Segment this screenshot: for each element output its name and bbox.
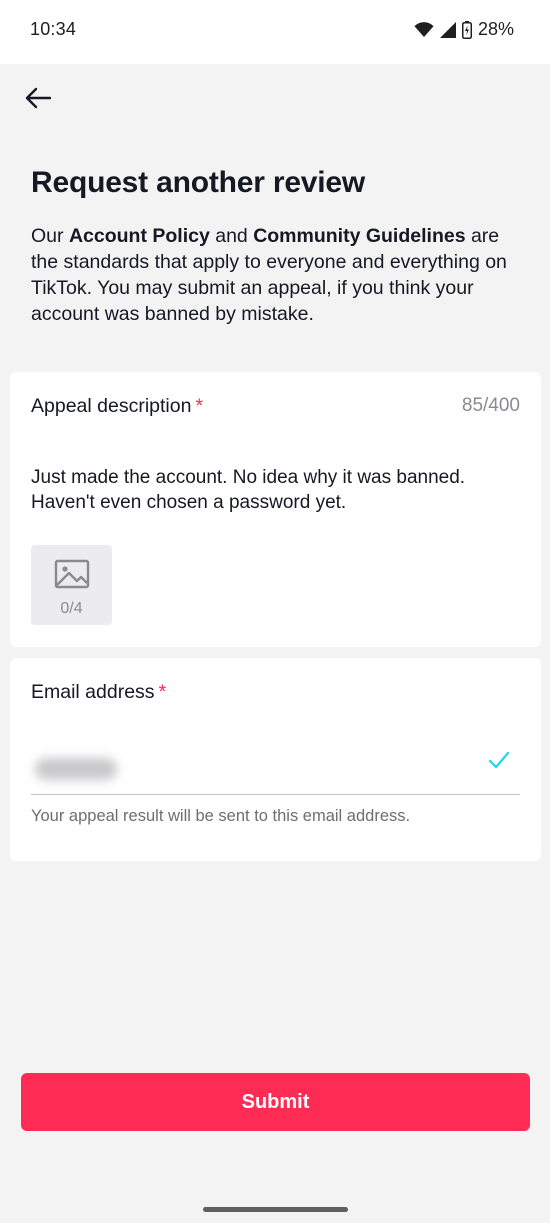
status-time: 10:34 <box>30 19 77 39</box>
back-button[interactable] <box>20 84 56 116</box>
email-input[interactable] <box>31 738 520 795</box>
battery-percentage: 28% <box>477 19 514 39</box>
battery-charging-icon <box>461 20 472 39</box>
intro-text-part: and <box>209 225 254 247</box>
add-image-button[interactable]: 0/4 <box>31 545 112 625</box>
status-icons: 28% <box>414 19 514 40</box>
intro-text: Our Account Policy and Community Guideli… <box>31 223 521 327</box>
email-address-label-text: Email address <box>31 681 155 703</box>
appeal-description-label: Appeal description * <box>31 395 203 418</box>
arrow-left-icon <box>23 86 53 115</box>
appeal-description-input[interactable]: Just made the account. No idea why it wa… <box>31 465 526 515</box>
required-marker: * <box>158 681 167 703</box>
account-policy-link[interactable]: Account Policy <box>69 225 210 247</box>
email-helper-text: Your appeal result will be sent to this … <box>31 807 411 825</box>
email-address-card: Email address * Your appeal result will b… <box>10 658 541 861</box>
cellular-signal-icon <box>439 21 456 38</box>
community-guidelines-link[interactable]: Community Guidelines <box>253 225 465 247</box>
home-indicator[interactable] <box>203 1207 348 1212</box>
character-counter: 85/400 <box>461 395 520 416</box>
appeal-description-card: Appeal description * 85/400 Just made the… <box>10 372 541 647</box>
email-redacted-value <box>35 758 117 780</box>
intro-text-part: Our <box>31 225 69 247</box>
status-bar: 10:34 28% <box>0 0 550 64</box>
wifi-icon <box>414 21 434 38</box>
submit-button[interactable]: Submit <box>21 1073 530 1131</box>
image-icon <box>54 559 90 594</box>
page-title: Request another review <box>31 166 366 199</box>
required-marker: * <box>195 395 204 417</box>
appeal-description-label-text: Appeal description <box>31 395 192 417</box>
checkmark-icon <box>488 750 510 775</box>
image-count: 0/4 <box>60 600 83 617</box>
email-address-label: Email address * <box>31 681 166 704</box>
